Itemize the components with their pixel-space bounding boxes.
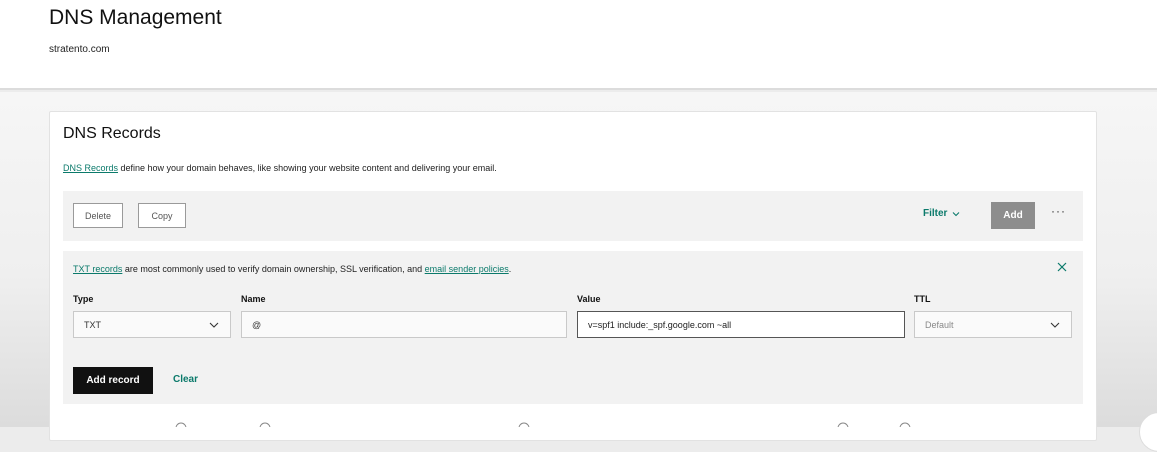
filter-button[interactable]: Filter xyxy=(923,208,961,219)
card-description-text: define how your domain behaves, like sho… xyxy=(118,163,497,173)
txt-info-text: are most commonly used to verify domain … xyxy=(122,264,425,274)
clear-button[interactable]: Clear xyxy=(173,374,198,385)
filter-label: Filter xyxy=(923,208,948,219)
top-header: DNS Management stratento.com xyxy=(0,0,1157,90)
ttl-select-placeholder: Default xyxy=(925,319,954,330)
txt-records-link[interactable]: TXT records xyxy=(73,264,122,274)
copy-button[interactable]: Copy xyxy=(138,203,186,228)
type-select[interactable]: TXT xyxy=(73,311,231,338)
chevron-down-icon xyxy=(1050,322,1060,328)
add-record-form: TXT records are most commonly used to ve… xyxy=(63,251,1083,404)
add-button[interactable]: Add xyxy=(991,202,1035,229)
name-input[interactable]: @ xyxy=(241,311,567,338)
chevron-down-icon xyxy=(209,322,219,328)
name-input-value: @ xyxy=(252,319,262,330)
ttl-label: TTL xyxy=(914,294,931,304)
value-input-value: v=spf1 include:_spf.google.com ~all xyxy=(588,319,732,330)
page-title: DNS Management xyxy=(49,6,222,29)
ttl-select[interactable]: Default xyxy=(914,311,1072,338)
chevron-down-icon xyxy=(953,211,960,216)
add-record-button[interactable]: Add record xyxy=(73,367,153,394)
txt-info-end: . xyxy=(508,264,512,274)
dns-records-card: DNS Records DNS Records define how your … xyxy=(49,111,1097,441)
name-label: Name xyxy=(241,294,266,304)
card-title: DNS Records xyxy=(63,125,161,142)
email-sender-policies-link[interactable]: email sender policies xyxy=(425,264,509,274)
value-input[interactable]: v=spf1 include:_spf.google.com ~all xyxy=(577,311,905,338)
records-toolbar: Delete Copy Filter Add ··· xyxy=(63,191,1083,241)
card-description: DNS Records define how your domain behav… xyxy=(63,163,497,173)
close-icon[interactable] xyxy=(1056,261,1068,273)
txt-info-line: TXT records are most commonly used to ve… xyxy=(73,264,511,274)
domain-name: stratento.com xyxy=(49,44,110,55)
type-select-value: TXT xyxy=(84,319,101,330)
delete-button[interactable]: Delete xyxy=(73,203,123,228)
value-label: Value xyxy=(577,294,601,304)
type-label: Type xyxy=(73,294,94,304)
dns-records-link[interactable]: DNS Records xyxy=(63,163,118,173)
partial-decorations xyxy=(175,422,911,427)
more-options-icon[interactable]: ··· xyxy=(1051,204,1066,218)
